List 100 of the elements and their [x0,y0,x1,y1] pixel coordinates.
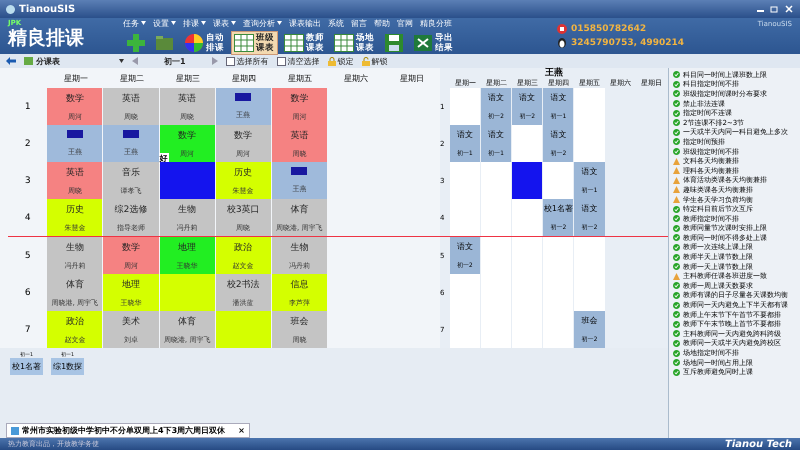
document-icon [11,426,19,434]
qq-numbers: 3245790753, 4990214 [571,38,684,48]
lesson-cell[interactable] [160,274,215,311]
table-icon [234,34,254,52]
class-name: 初一1 [164,56,186,66]
phone-number: 015850782642 [571,24,646,34]
check-icon [673,90,680,98]
check-icon [673,244,680,251]
check-icon [673,206,680,213]
plus-icon [126,32,146,52]
menu-item[interactable]: 排课 [183,18,206,28]
highlight-bar [291,166,308,175]
day-header: 星期一 [63,72,89,84]
check-icon [673,215,680,222]
toolbar-button[interactable]: 导出结果 [410,30,457,54]
caret-icon [141,21,146,25]
period-number: 7 [24,324,32,336]
check-icon [673,340,680,347]
check-icon [673,368,680,376]
check-icon [673,224,680,232]
view-dropdown[interactable]: 分课表 [24,56,124,66]
highlight-bar [235,92,252,101]
color-wheel-icon [184,32,204,52]
check-icon [673,302,680,309]
menu-item[interactable]: 任务 [123,18,146,28]
check-icon [673,110,680,117]
previous-icon[interactable] [132,57,138,65]
close-tab-button[interactable]: × [238,426,245,435]
check-icon [673,282,680,290]
next-icon[interactable] [212,57,218,65]
highlight-bar [66,130,83,138]
period-number: 6 [24,286,32,300]
caret-icon [277,21,282,25]
check-icon [673,254,680,261]
lock-icon [328,56,336,66]
day-header: 星期四 [231,72,257,84]
table-icon [284,34,304,52]
app-logo-text: 精良排课 [8,27,85,49]
check-icon [673,80,680,88]
unplaced-lesson[interactable]: 综1数探 [51,358,84,375]
lock-button[interactable]: 锁定 [328,56,354,66]
period-number: 4 [24,212,32,224]
period-number: 2 [24,138,32,150]
toolbar-button[interactable]: 场地课表 [331,30,378,54]
caret-icon [231,21,236,25]
unlock-button[interactable]: 解锁 [362,56,388,66]
day-header: 星期六 [343,72,369,84]
check-icon [673,311,680,318]
toolbar-button[interactable]: 班级课表 [231,30,278,54]
period-number: 3 [24,174,32,188]
caret-icon [171,21,176,25]
menu-item[interactable]: 系统 [328,18,344,28]
check-icon [673,148,680,156]
check-icon [673,330,680,338]
spreadsheet-icon [413,32,433,52]
check-icon [673,119,680,126]
menu-item[interactable]: 查询分析 [243,18,282,28]
penguin-icon [557,38,567,48]
highlight-bar [123,130,139,138]
menu-item[interactable]: 设置 [153,18,176,28]
check-icon [673,128,680,136]
close-icon[interactable] [784,5,794,13]
unlock-icon [362,56,370,66]
menu-item[interactable]: 留言 [351,18,367,28]
menu-item[interactable]: 课表 [213,18,236,28]
checkbox[interactable]: 选择所有 [226,56,269,66]
table-icon [24,57,33,65]
day-header: 星期三 [175,72,201,84]
warning-icon [673,272,680,280]
menu-item[interactable]: 精良分班 [420,18,452,28]
period-number: 1 [24,100,32,114]
menu-item[interactable]: 课表输出 [289,18,321,28]
checkbox[interactable]: 清空选择 [276,56,320,66]
day-header: 星期日 [399,72,425,84]
brand-name: Tianou Tech [725,438,792,450]
check-icon [673,263,680,270]
check-icon [673,234,680,242]
window-title: TianouSIS [19,4,76,14]
check-icon [673,292,680,299]
unplaced-lesson[interactable]: 校1名著 [10,358,44,375]
table-icon [334,34,354,52]
caret-icon [201,21,206,25]
menu-item[interactable]: 帮助 [374,18,390,28]
back-arrow-icon[interactable] [6,57,16,65]
check-icon [673,359,680,366]
period-number: 5 [24,250,32,262]
check-icon [673,350,680,357]
toolbar-button[interactable]: 自动排课 [181,30,228,54]
check-icon [673,320,680,328]
lesson-cell[interactable] [216,311,271,348]
restore-icon[interactable] [770,5,780,13]
toolbar-button[interactable]: 教师课表 [281,30,328,54]
selected-cell[interactable] [512,162,542,199]
teacher-name: 王燕 [544,68,564,78]
check-icon [673,71,680,78]
menu-item[interactable]: 官网 [397,18,413,28]
lesson-cell[interactable] [160,162,215,199]
day-header: 星期五 [287,72,313,84]
check-icon [673,100,680,108]
document-tab[interactable]: 常州市实验初级中学初中不分单双周上4下3周六周日双休 × [6,423,250,438]
